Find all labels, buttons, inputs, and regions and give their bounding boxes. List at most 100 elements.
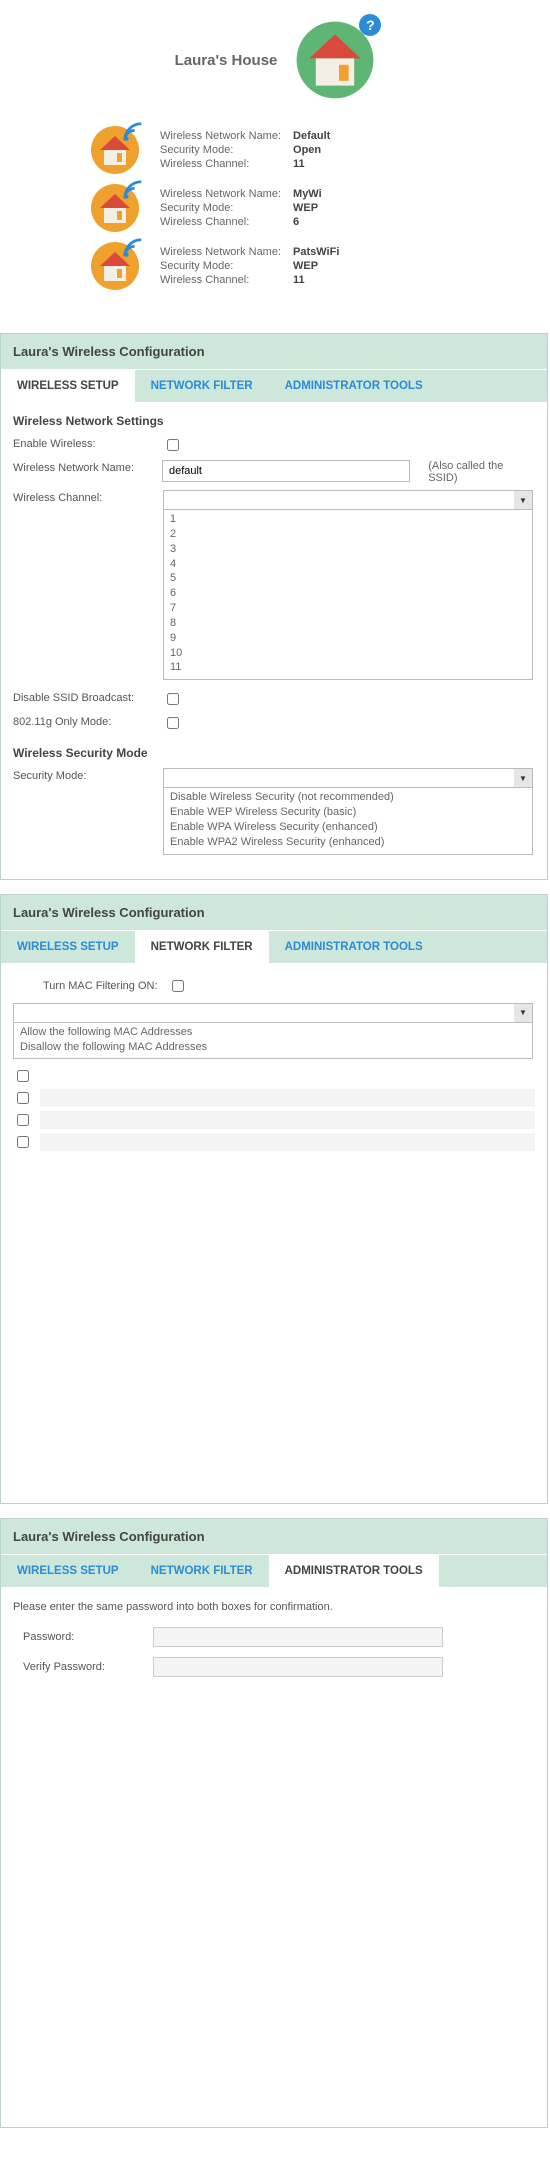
admin-instruction: Please enter the same password into both… <box>13 1601 535 1613</box>
security-mode-value: WEP <box>293 202 322 214</box>
verify-password-label: Verify Password: <box>23 1661 123 1673</box>
mac-entry-checkbox[interactable] <box>17 1114 29 1126</box>
channel-select[interactable]: ▼ 1234567891011 <box>163 490 533 680</box>
security-option[interactable]: Enable WPA Wireless Security (enhanced) <box>170 820 526 835</box>
network-name-value: Default <box>293 130 330 142</box>
panel-title: Laura's Wireless Configuration <box>1 334 547 369</box>
chevron-down-icon: ▼ <box>514 1004 532 1022</box>
label: Wireless Network Name: <box>160 188 281 200</box>
tab-network-filter[interactable]: NETWORK FILTER <box>135 1555 269 1587</box>
tab-admin-tools[interactable]: ADMINISTRATOR TOOLS <box>269 1555 439 1587</box>
label: Wireless Channel: <box>160 216 281 228</box>
security-option[interactable]: Enable WEP Wireless Security (basic) <box>170 805 526 820</box>
security-mode-select[interactable]: ▼ Disable Wireless Security (not recomme… <box>163 768 533 854</box>
network-name-value: MyWi <box>293 188 322 200</box>
mac-filter-checkbox[interactable] <box>172 980 184 992</box>
security-options: Disable Wireless Security (not recommend… <box>164 787 532 853</box>
label: Wireless Channel: <box>160 158 281 170</box>
enable-wireless-label: Enable Wireless: <box>13 436 153 450</box>
chevron-down-icon: ▼ <box>514 769 532 787</box>
mac-mode-option[interactable]: Allow the following MAC Addresses <box>20 1025 526 1040</box>
network-info: Wireless Network Name: Default Security M… <box>160 130 330 170</box>
label: Wireless Network Name: <box>160 130 281 142</box>
panel-title: Laura's Wireless Configuration <box>1 1519 547 1554</box>
mac-filter-label: Turn MAC Filtering ON: <box>43 980 158 992</box>
security-mode-value: WEP <box>293 260 339 272</box>
section-security-mode: Wireless Security Mode <box>13 746 535 760</box>
security-mode-value: Open <box>293 144 330 156</box>
security-mode-label: Security Mode: <box>13 768 153 782</box>
tab-wireless-setup[interactable]: WIRELESS SETUP <box>1 370 135 402</box>
tabs-admin: WIRELESS SETUP NETWORK FILTER ADMINISTRA… <box>1 1554 547 1587</box>
label: Security Mode: <box>160 202 281 214</box>
wifi-signal-icon <box>122 237 144 259</box>
channel-value: 11 <box>293 158 330 170</box>
network-info: Wireless Network Name: MyWi Security Mode… <box>160 188 322 228</box>
ssid-broadcast-checkbox[interactable] <box>167 693 179 705</box>
section-network-settings: Wireless Network Settings <box>13 414 535 428</box>
mac-mode-options: Allow the following MAC AddressesDisallo… <box>14 1022 532 1059</box>
tab-wireless-setup[interactable]: WIRELESS SETUP <box>1 1555 135 1587</box>
config-panel-filter: Laura's Wireless Configuration WIRELESS … <box>0 894 548 1504</box>
channel-option[interactable]: 3 <box>170 542 526 557</box>
mac-mode-option[interactable]: Disallow the following MAC Addresses <box>20 1040 526 1055</box>
mac-entry-checkbox[interactable] <box>17 1136 29 1148</box>
network-name-value: PatsWiFi <box>293 246 339 258</box>
channel-option[interactable]: 1 <box>170 512 526 527</box>
channel-option[interactable]: 6 <box>170 586 526 601</box>
security-option[interactable]: Disable Wireless Security (not recommend… <box>170 790 526 805</box>
network-house-icon <box>90 241 140 291</box>
mac-entry-field[interactable] <box>40 1089 535 1107</box>
config-panel-admin: Laura's Wireless Configuration WIRELESS … <box>0 1518 548 2128</box>
label: Wireless Network Name: <box>160 246 281 258</box>
network-name-input[interactable] <box>162 460 410 482</box>
mac-entry-field[interactable] <box>40 1133 535 1151</box>
ssid-hint: (Also called the SSID) <box>420 460 535 484</box>
tabs-setup: WIRELESS SETUP NETWORK FILTER ADMINISTRA… <box>1 369 547 402</box>
network-info: Wireless Network Name: PatsWiFi Security … <box>160 246 339 286</box>
channel-option[interactable]: 9 <box>170 631 526 646</box>
verify-password-input[interactable] <box>153 1657 443 1677</box>
mac-entry-checkbox[interactable] <box>17 1070 29 1082</box>
panel-title: Laura's Wireless Configuration <box>1 895 547 930</box>
password-input[interactable] <box>153 1627 443 1647</box>
channel-option[interactable]: 7 <box>170 601 526 616</box>
security-option[interactable]: Enable WPA2 Wireless Security (enhanced) <box>170 835 526 850</box>
label: Wireless Channel: <box>160 274 281 286</box>
overview-section: Laura's House ? <box>0 0 550 319</box>
mac-entry-field[interactable] <box>40 1067 535 1085</box>
wireless-setup-body: Wireless Network Settings Enable Wireles… <box>1 402 547 879</box>
wifi-signal-icon <box>122 121 144 143</box>
help-icon[interactable]: ? <box>359 14 381 36</box>
channel-option[interactable]: 8 <box>170 616 526 631</box>
mac-entry-checkbox[interactable] <box>17 1092 29 1104</box>
house-title: Laura's House <box>175 52 278 69</box>
wifi-signal-icon <box>122 179 144 201</box>
channel-option[interactable]: 10 <box>170 646 526 661</box>
tab-admin-tools[interactable]: ADMINISTRATOR TOOLS <box>269 370 439 402</box>
network-filter-body: Turn MAC Filtering ON: ▼ Allow the follo… <box>1 963 547 1503</box>
mac-mode-select[interactable]: ▼ Allow the following MAC AddressesDisal… <box>13 1003 533 1060</box>
network-name-label: Wireless Network Name: <box>13 460 152 474</box>
tab-admin-tools[interactable]: ADMINISTRATOR TOOLS <box>269 931 439 963</box>
mac-address-list <box>13 1067 535 1151</box>
tab-network-filter[interactable]: NETWORK FILTER <box>135 931 269 963</box>
enable-wireless-checkbox[interactable] <box>167 439 179 451</box>
label: Security Mode: <box>160 144 281 156</box>
tabs-filter: WIRELESS SETUP NETWORK FILTER ADMINISTRA… <box>1 930 547 963</box>
channel-option[interactable]: 2 <box>170 527 526 542</box>
channel-option[interactable]: 11 <box>170 660 526 675</box>
admin-body: Please enter the same password into both… <box>1 1587 547 2127</box>
network-row: Wireless Network Name: Default Security M… <box>90 125 550 175</box>
label: Security Mode: <box>160 260 281 272</box>
channel-option[interactable]: 5 <box>170 571 526 586</box>
tab-network-filter[interactable]: NETWORK FILTER <box>135 370 269 402</box>
password-label: Password: <box>23 1631 123 1643</box>
config-panel-setup: Laura's Wireless Configuration WIRELESS … <box>0 333 548 880</box>
network-row: Wireless Network Name: MyWi Security Mode… <box>90 183 550 233</box>
gmode-checkbox[interactable] <box>167 717 179 729</box>
main-house-icon: ? <box>295 20 375 100</box>
tab-wireless-setup[interactable]: WIRELESS SETUP <box>1 931 135 963</box>
mac-entry-field[interactable] <box>40 1111 535 1129</box>
channel-option[interactable]: 4 <box>170 557 526 572</box>
